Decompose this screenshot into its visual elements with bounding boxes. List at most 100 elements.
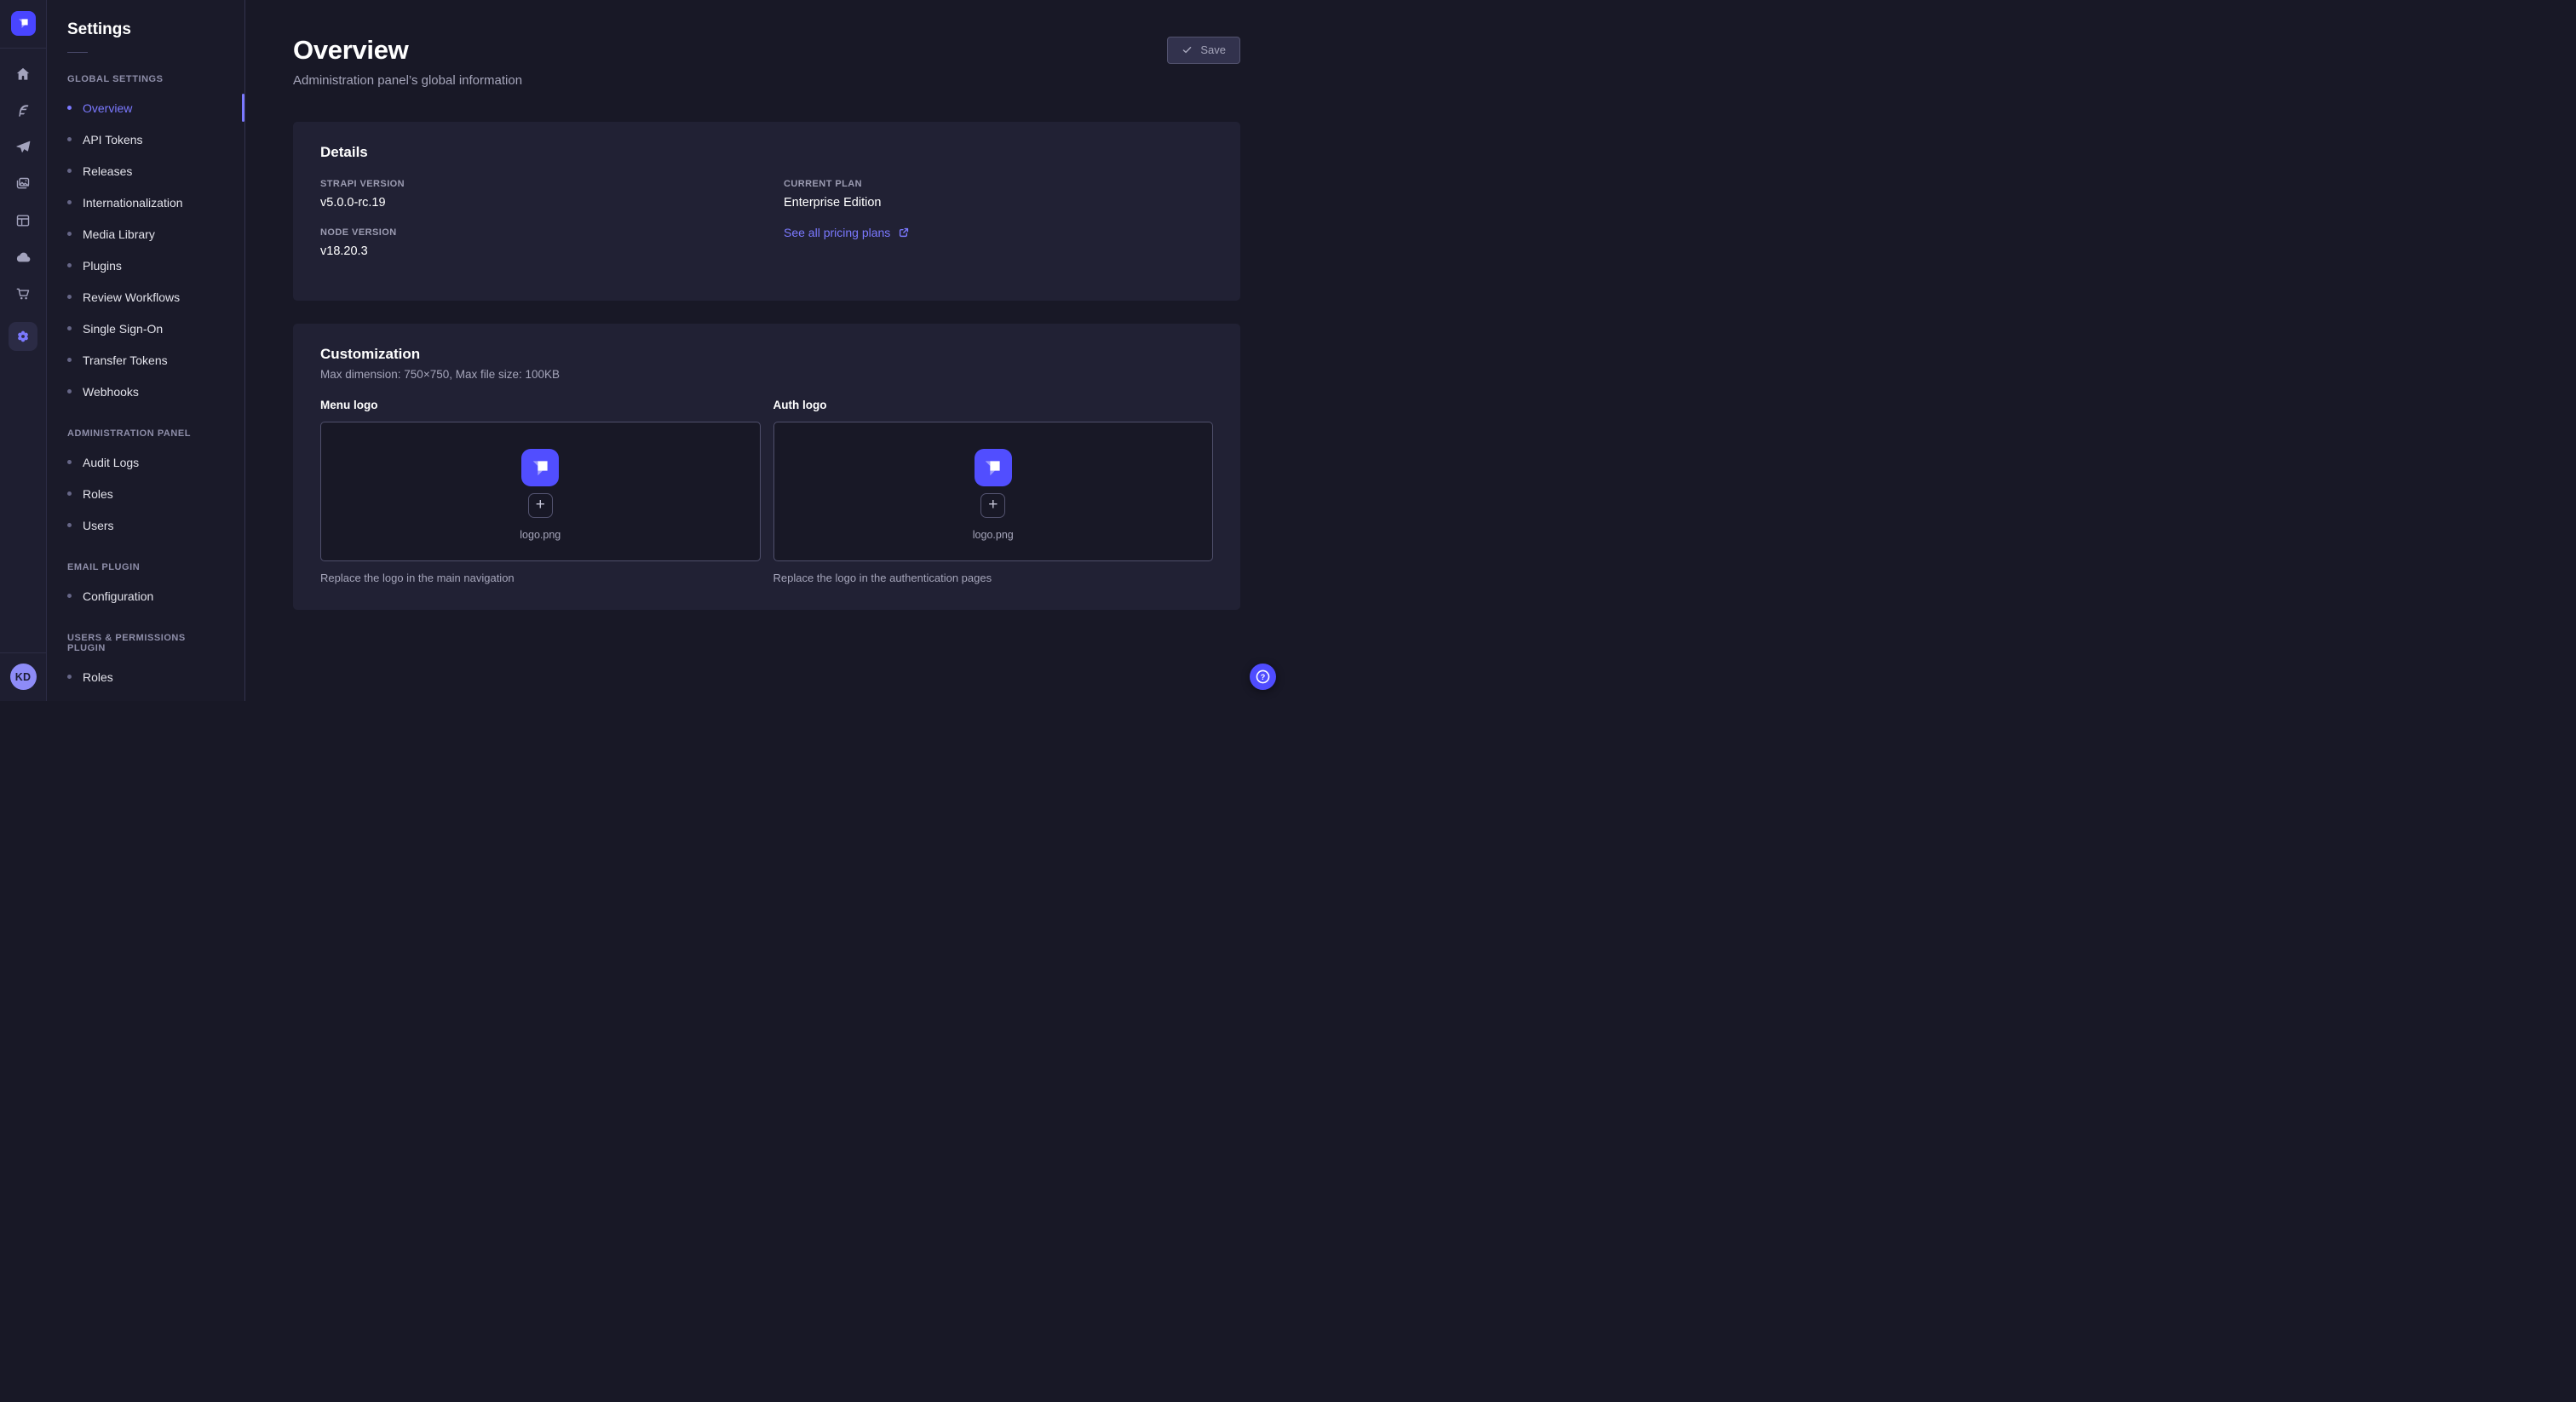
sidebar-item-label: Review Workflows — [83, 290, 180, 304]
gear-icon[interactable] — [9, 322, 37, 351]
nav-list: Overview API Tokens Releases Internationali… — [67, 92, 224, 407]
field-value: v5.0.0-rc.19 — [320, 196, 750, 210]
pricing-plans-link-label: See all pricing plans — [784, 226, 890, 239]
bullet-icon — [67, 326, 72, 330]
page-header: Overview Save — [293, 35, 1240, 66]
paper-plane-icon[interactable] — [9, 136, 37, 158]
avatar[interactable]: KD — [10, 664, 37, 690]
upload-tile-menu-logo: Menu logo + logo.png Replace the logo in t… — [320, 399, 761, 584]
pricing-plans-link[interactable]: See all pricing plans — [784, 226, 910, 239]
bullet-icon — [67, 295, 72, 299]
sidebar-item-label: Roles — [83, 670, 113, 684]
sidebar-item-users[interactable]: Users — [67, 509, 224, 541]
images-icon[interactable] — [9, 173, 37, 195]
field-label: NODE VERSION — [320, 227, 750, 238]
add-logo-button[interactable]: + — [980, 493, 1005, 518]
upload-grid: Menu logo + logo.png Replace the logo in t… — [320, 399, 1213, 584]
sidebar-item-label: Webhooks — [83, 385, 139, 399]
sidebar-item-roles[interactable]: Roles — [67, 478, 224, 509]
active-indicator — [242, 94, 244, 122]
cart-icon[interactable] — [9, 283, 37, 305]
strapi-logo-icon — [521, 449, 559, 486]
nav-section-label: ADMINISTRATION PANEL — [67, 428, 224, 439]
customization-subtitle: Max dimension: 750×750, Max file size: 1… — [320, 368, 1213, 381]
nav-section-label: GLOBAL SETTINGS — [67, 74, 224, 84]
sidebar-item-label: Transfer Tokens — [83, 353, 168, 367]
bullet-icon — [67, 169, 72, 173]
upload-label: Menu logo — [320, 399, 761, 411]
rail-logo-wrap — [0, 0, 46, 49]
details-column-left: STRAPI VERSION v5.0.0-rc.19 NODE VERSION… — [320, 161, 750, 258]
sidebar-title: Settings — [67, 20, 224, 39]
bullet-icon — [67, 460, 72, 464]
layout-icon[interactable] — [9, 210, 37, 232]
strapi-logo-icon — [975, 449, 1012, 486]
page-subtitle: Administration panel’s global informatio… — [293, 73, 1240, 88]
upload-dropzone[interactable]: + logo.png — [773, 422, 1214, 561]
nav-list: Audit Logs Roles Users — [67, 446, 224, 541]
title-divider — [67, 52, 88, 53]
rail-bottom: KD — [0, 652, 46, 701]
rail-nav — [9, 63, 37, 351]
customization-card: Customization Max dimension: 750×750, Ma… — [293, 324, 1240, 610]
feather-icon[interactable] — [9, 100, 37, 122]
sidebar-item-single-sign-on[interactable]: Single Sign-On — [67, 313, 224, 344]
sidebar-item-label: Releases — [83, 164, 132, 178]
field-value: v18.20.3 — [320, 244, 750, 258]
bullet-icon — [67, 200, 72, 204]
sidebar-item-label: Single Sign-On — [83, 322, 163, 336]
sidebar-item-transfer-tokens[interactable]: Transfer Tokens — [67, 344, 224, 376]
check-icon — [1182, 44, 1193, 55]
customization-title: Customization — [320, 346, 1213, 363]
details-column-right: CURRENT PLAN Enterprise Edition See all … — [784, 161, 1213, 258]
bullet-icon — [67, 358, 72, 362]
sidebar-item-configuration[interactable]: Configuration — [67, 580, 224, 612]
bullet-icon — [67, 675, 72, 679]
sidebar-item-roles[interactable]: Roles — [67, 661, 224, 692]
save-button[interactable]: Save — [1167, 37, 1240, 64]
logo-filename: logo.png — [520, 529, 561, 541]
settings-sidebar: Settings GLOBAL SETTINGS Overview API Toke… — [47, 0, 245, 701]
sidebar-item-label: Roles — [83, 487, 113, 501]
sidebar-item-webhooks[interactable]: Webhooks — [67, 376, 224, 407]
sidebar-item-label: Media Library — [83, 227, 155, 241]
details-card: Details STRAPI VERSION v5.0.0-rc.19 NODE… — [293, 122, 1240, 301]
nav-list: Roles Providers — [67, 661, 224, 701]
nav-list: Configuration — [67, 580, 224, 612]
logo-filename: logo.png — [973, 529, 1014, 541]
help-button[interactable]: ? — [1250, 664, 1276, 690]
sidebar-item-internationalization[interactable]: Internationalization — [67, 187, 224, 218]
sidebar-item-plugins[interactable]: Plugins — [67, 250, 224, 281]
bullet-icon — [67, 263, 72, 267]
sidebar-item-label: Users — [83, 519, 114, 532]
upload-label: Auth logo — [773, 399, 1214, 411]
external-link-icon — [898, 227, 910, 238]
bullet-icon — [67, 594, 72, 598]
sidebar-item-providers[interactable]: Providers — [67, 692, 224, 701]
upload-hint: Replace the logo in the authentication p… — [773, 572, 1214, 584]
sidebar-item-overview[interactable]: Overview — [67, 92, 224, 124]
sidebar-item-media-library[interactable]: Media Library — [67, 218, 224, 250]
sidebar-item-label: API Tokens — [83, 133, 143, 147]
add-logo-button[interactable]: + — [528, 493, 553, 518]
sidebar-item-review-workflows[interactable]: Review Workflows — [67, 281, 224, 313]
upload-tile-auth-logo: Auth logo + logo.png Replace the logo in t… — [773, 399, 1214, 584]
sidebar-item-api-tokens[interactable]: API Tokens — [67, 124, 224, 155]
field-value: Enterprise Edition — [784, 196, 1213, 210]
nav-section-label: USERS & PERMISSIONS PLUGIN — [67, 633, 224, 653]
sidebar-item-label: Configuration — [83, 589, 153, 603]
home-icon[interactable] — [9, 63, 37, 85]
sidebar-item-audit-logs[interactable]: Audit Logs — [67, 446, 224, 478]
field-label: CURRENT PLAN — [784, 179, 1213, 189]
field-label: STRAPI VERSION — [320, 179, 750, 189]
bullet-icon — [67, 523, 72, 527]
upload-hint: Replace the logo in the main navigation — [320, 572, 761, 584]
sidebar-item-label: Plugins — [83, 259, 122, 273]
sidebar-item-label: Overview — [83, 101, 132, 115]
sidebar-item-releases[interactable]: Releases — [67, 155, 224, 187]
strapi-logo-icon[interactable] — [11, 11, 36, 36]
cloud-icon[interactable] — [9, 246, 37, 268]
upload-dropzone[interactable]: + logo.png — [320, 422, 761, 561]
main-content: Overview Save Administration panel’s glo… — [245, 0, 1288, 701]
bullet-icon — [67, 491, 72, 496]
